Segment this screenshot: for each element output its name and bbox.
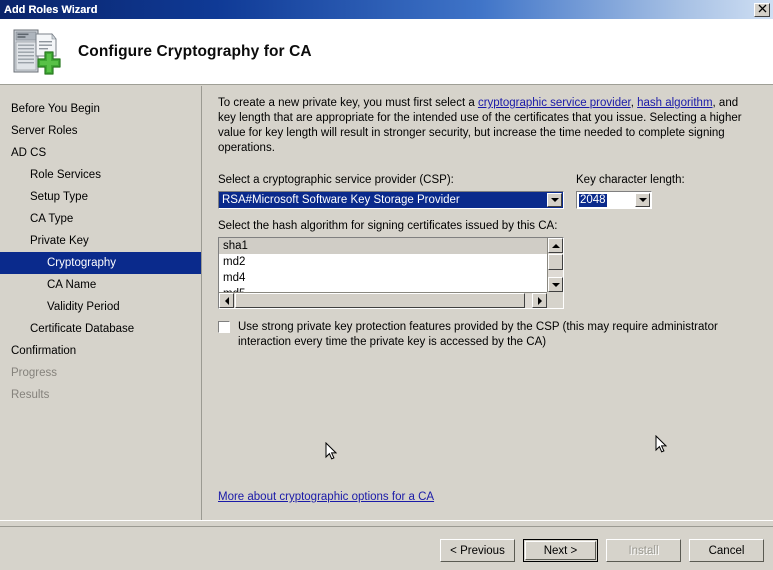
footer-separator <box>0 526 773 527</box>
hash-algorithm-label: Select the hash algorithm for signing ce… <box>218 220 558 232</box>
csp-combobox[interactable]: RSA#Microsoft Software Key Storage Provi… <box>218 191 564 209</box>
mouse-cursor-primary <box>325 441 338 461</box>
list-item[interactable]: md2 <box>219 254 547 270</box>
mouse-cursor-secondary <box>655 434 668 454</box>
sidebar-item-cryptography[interactable]: Cryptography <box>0 252 201 274</box>
key-length-value: 2048 <box>579 193 607 207</box>
hash-algorithm-listbox[interactable]: sha1 md2 md4 md5 <box>218 237 564 309</box>
sidebar-item-ad-cs[interactable]: AD CS <box>0 142 201 164</box>
close-button[interactable] <box>754 2 770 17</box>
key-length-dropdown-button[interactable] <box>635 193 650 207</box>
key-length-label: Key character length: <box>576 174 685 186</box>
scroll-up-arrow-icon <box>551 243 560 248</box>
next-button[interactable]: Next > <box>523 539 598 562</box>
chevron-down-icon <box>638 198 647 202</box>
next-button-label: Next > <box>543 544 578 557</box>
horizontal-scrollbar-thumb[interactable] <box>235 293 525 308</box>
scroll-down-button[interactable] <box>548 277 563 292</box>
listbox-horizontal-scrollbar[interactable] <box>219 292 547 308</box>
intro-paragraph: To create a new private key, you must fi… <box>218 96 758 156</box>
more-about-cryptographic-options-link[interactable]: More about cryptographic options for a C… <box>218 491 434 503</box>
window-title: Add Roles Wizard <box>4 3 98 16</box>
strong-key-protection-row[interactable]: Use strong private key protection featur… <box>218 320 758 350</box>
wizard-header: Configure Cryptography for CA <box>0 19 773 85</box>
cancel-button[interactable]: Cancel <box>689 539 764 562</box>
sidebar-item-ca-name[interactable]: CA Name <box>0 274 201 296</box>
csp-selected-value: RSA#Microsoft Software Key Storage Provi… <box>222 194 460 206</box>
list-item[interactable]: md4 <box>219 270 547 286</box>
scroll-left-arrow-icon <box>224 296 229 305</box>
sidebar-item-before-you-begin[interactable]: Before You Begin <box>0 98 201 120</box>
sidebar-item-private-key[interactable]: Private Key <box>0 230 201 252</box>
link-cryptographic-service-provider[interactable]: cryptographic service provider <box>478 97 631 109</box>
csp-label: Select a cryptographic service provider … <box>218 174 454 186</box>
link-hash-algorithm[interactable]: hash algorithm <box>637 97 712 109</box>
sidebar-item-setup-type[interactable]: Setup Type <box>0 186 201 208</box>
sidebar-item-progress: Progress <box>11 367 58 379</box>
page-title: Configure Cryptography for CA <box>78 42 312 60</box>
close-icon <box>758 4 767 16</box>
scroll-right-arrow-icon <box>537 296 542 305</box>
listbox-vertical-scrollbar[interactable] <box>547 238 563 292</box>
intro-text-part1: To create a new private key, you must fi… <box>218 97 478 109</box>
wizard-button-row: < Previous Next > Install Cancel <box>440 539 764 562</box>
sidebar-item-certificate-database[interactable]: Certificate Database <box>0 318 201 340</box>
server-with-certificate-add-icon <box>10 26 62 78</box>
sidebar-item-server-roles[interactable]: Server Roles <box>0 120 201 142</box>
sidebar-item-results: Results <box>11 389 50 401</box>
wizard-content-panel: To create a new private key, you must fi… <box>203 86 773 520</box>
scroll-left-button[interactable] <box>219 293 234 308</box>
sidebar-item-ca-type[interactable]: CA Type <box>0 208 201 230</box>
hash-algorithm-list: sha1 md2 md4 md5 <box>219 238 547 292</box>
list-item[interactable]: sha1 <box>219 238 547 254</box>
sidebar-item-validity-period[interactable]: Validity Period <box>0 296 201 318</box>
strong-key-protection-checkbox[interactable] <box>218 321 230 333</box>
key-length-combobox[interactable]: 2048 <box>576 191 652 209</box>
add-roles-wizard-window: Add Roles Wizard Configure Cryptography … <box>0 0 773 570</box>
sidebar-item-confirmation[interactable]: Confirmation <box>0 340 201 362</box>
vertical-scrollbar-thumb[interactable] <box>548 254 563 270</box>
close-icon-svg <box>758 4 766 12</box>
strong-key-protection-label: Use strong private key protection featur… <box>238 321 718 348</box>
window-titlebar: Add Roles Wizard <box>0 0 773 19</box>
previous-button[interactable]: < Previous <box>440 539 515 562</box>
csp-dropdown-button[interactable] <box>547 193 562 207</box>
scroll-right-button[interactable] <box>532 293 547 308</box>
sidebar-item-role-services[interactable]: Role Services <box>0 164 201 186</box>
scrollbar-corner <box>547 292 563 308</box>
wizard-step-nav: Before You Begin Server Roles AD CS Role… <box>0 86 202 520</box>
chevron-down-icon <box>550 198 559 202</box>
scroll-down-arrow-icon <box>551 282 560 287</box>
wizard-footer: < Previous Next > Install Cancel <box>0 520 773 570</box>
scroll-up-button[interactable] <box>548 238 563 253</box>
install-button: Install <box>606 539 681 562</box>
